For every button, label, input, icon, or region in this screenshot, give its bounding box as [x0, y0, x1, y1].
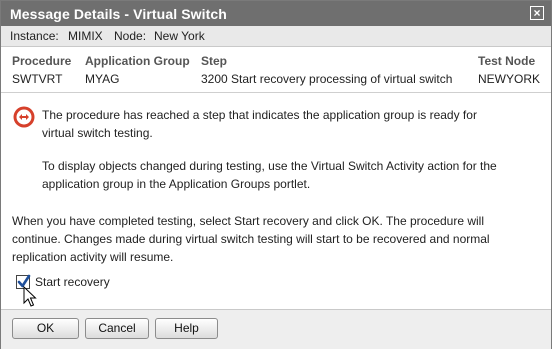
button-bar: OK Cancel Help [1, 309, 551, 349]
start-recovery-label[interactable]: Start recovery [35, 275, 110, 289]
divider [1, 92, 551, 93]
instance-value: MIMIX [68, 29, 103, 43]
message-line-4: application group in the Application Gro… [42, 177, 311, 191]
help-button[interactable]: Help [155, 318, 218, 339]
cell-step: 3200 Start recovery processing of virtua… [201, 72, 453, 86]
stop-icon [13, 106, 35, 128]
message-line-7: replication activity will resume. [12, 250, 174, 264]
message-line-3: To display objects changed during testin… [42, 159, 497, 173]
cell-test-node: NEWYORK [478, 72, 541, 86]
title-bar: Message Details - Virtual Switch × [1, 1, 551, 26]
window-title: Message Details - Virtual Switch [10, 6, 227, 22]
header-application-group: Application Group [85, 54, 190, 68]
message-line-1: The procedure has reached a step that in… [42, 108, 477, 122]
cell-application-group: MYAG [85, 72, 120, 86]
message-line-6: continue. Changes made during virtual sw… [12, 232, 490, 246]
instance-bar: Instance: MIMIX Node: New York [1, 26, 551, 47]
header-step: Step [201, 54, 228, 68]
close-button[interactable]: × [530, 6, 544, 20]
node-label: Node: [114, 29, 147, 43]
message-line-2: virtual switch testing. [42, 126, 153, 140]
header-test-node: Test Node [478, 54, 536, 68]
cancel-button[interactable]: Cancel [85, 318, 149, 339]
node-value: New York [154, 29, 205, 43]
mouse-cursor-icon [23, 286, 37, 307]
ok-button[interactable]: OK [12, 318, 79, 339]
cell-procedure: SWTVRT [12, 72, 63, 86]
message-details-dialog: Message Details - Virtual Switch × Insta… [0, 0, 552, 349]
header-procedure: Procedure [12, 54, 72, 68]
instance-label: Instance: [10, 29, 59, 43]
message-line-5: When you have completed testing, select … [12, 214, 485, 228]
